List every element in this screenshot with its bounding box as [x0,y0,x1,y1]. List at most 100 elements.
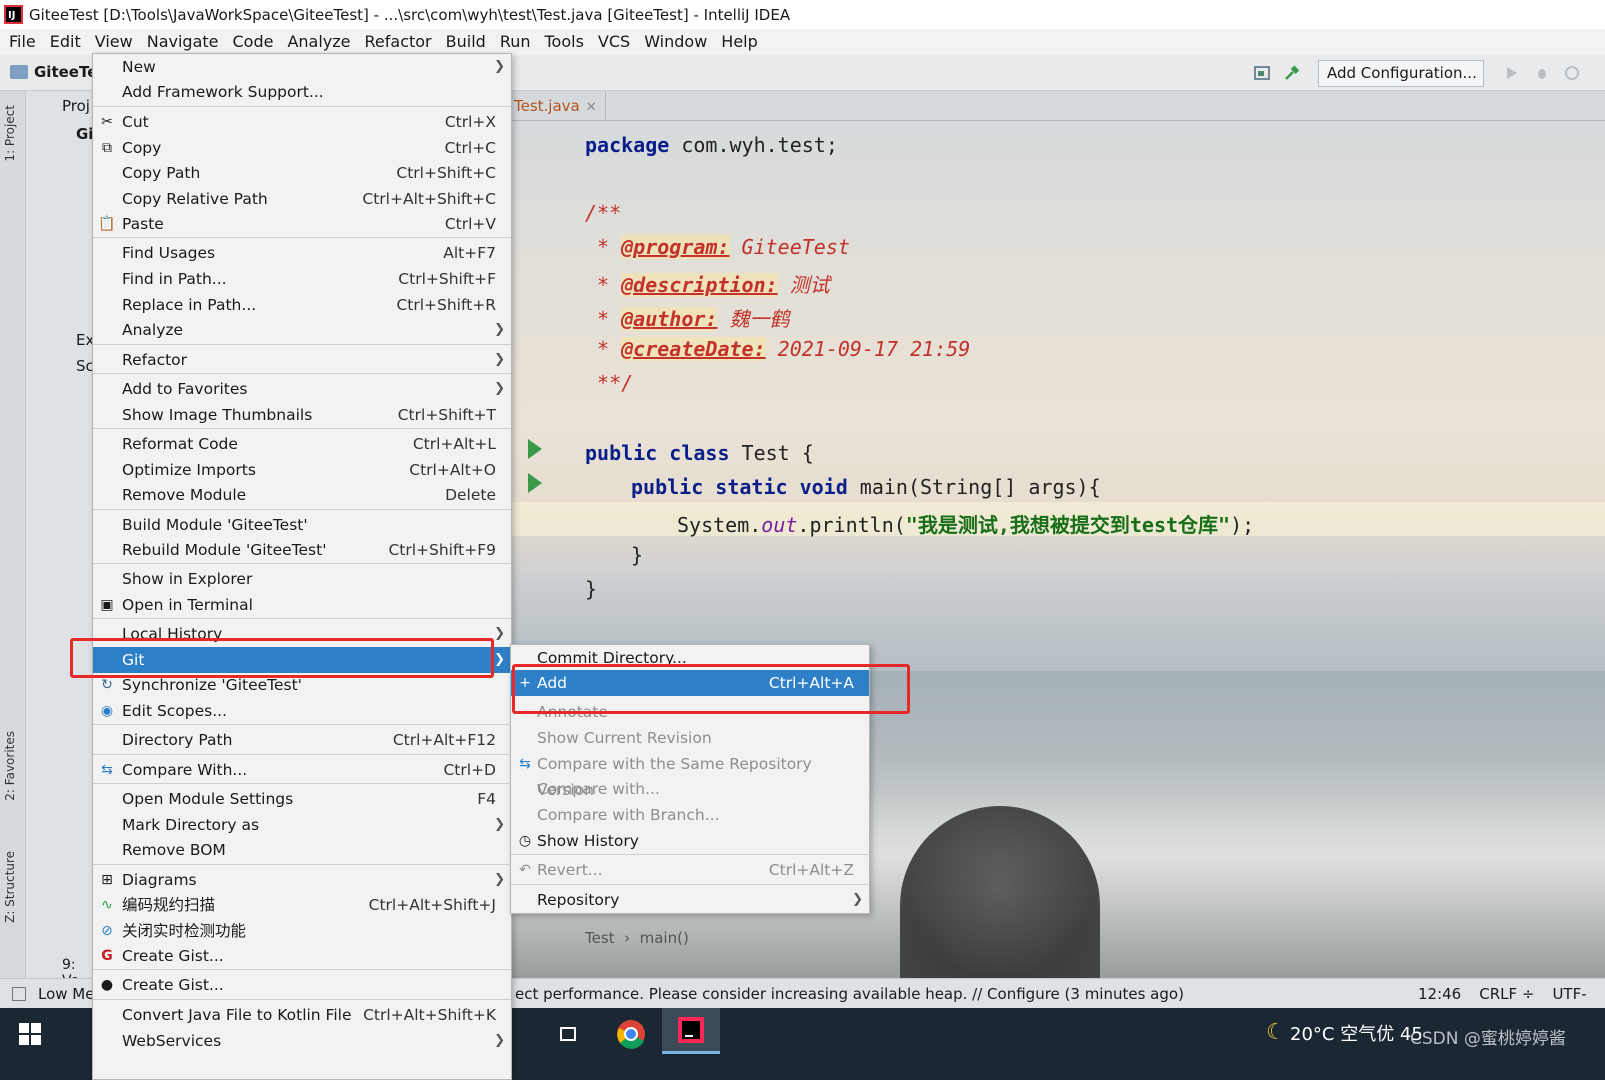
menu-item-add-to-favorites[interactable]: Add to Favorites ❯ [93,376,511,402]
git-item-show-current-revision[interactable]: Show Current Revision [511,725,869,751]
menu-item-analyze[interactable]: Analyze ❯ [93,317,511,343]
menu-separator [511,854,869,855]
menu-item-replace-in-path[interactable]: Replace in Path... Ctrl+Shift+R [93,292,511,318]
menu-item-remove-bom[interactable]: Remove BOM [93,837,511,863]
git-item-repository[interactable]: Repository ❯ [511,887,869,913]
menu-item-show-image-thumbnails[interactable]: Show Image Thumbnails Ctrl+Shift+T [93,402,511,428]
project-root-item[interactable]: Gi [76,125,93,143]
task-view-icon[interactable] [548,1008,588,1060]
menu-edit[interactable]: Edit [43,29,88,55]
menu-run[interactable]: Run [493,29,538,55]
close-icon[interactable]: ✕ [586,100,597,115]
run-icon[interactable] [1504,65,1520,81]
menu-item-copy-path[interactable]: Copy Path Ctrl+Shift+C [93,160,511,186]
menu-tools[interactable]: Tools [538,29,591,55]
menu-item-shortcut: Ctrl+Alt+F12 [392,731,496,749]
windows-start-icon[interactable] [10,1008,50,1060]
menu-item-item[interactable]: ⊘ 关闭实时检测功能 [93,918,511,944]
menu-item-convert-java-file-to-kotlin-file[interactable]: Convert Java File to Kotlin File Ctrl+Alt… [93,1002,511,1028]
caret-position[interactable]: 12:46 [1418,979,1461,1009]
menu-item-label: Build Module 'GiteeTest' [122,516,308,534]
toggle-tool-windows-icon[interactable] [12,987,26,1001]
menu-refactor[interactable]: Refactor [358,29,439,55]
menu-item-paste[interactable]: 📋 Paste Ctrl+V [93,211,511,237]
menu-help[interactable]: Help [714,29,764,55]
menu-item-rebuild-module-giteetest[interactable]: Rebuild Module 'GiteeTest' Ctrl+Shift+F9 [93,537,511,563]
menu-item-shortcut: Ctrl+D [443,761,496,779]
intellij-taskbar-icon[interactable] [662,1008,720,1054]
menu-item-remove-module[interactable]: Remove Module Delete [93,482,511,508]
git-item-show-history[interactable]: ◷ Show History [511,828,869,854]
code-line-class: public class Test { [585,441,814,465]
code-line-createdate: * @createDate: 2021-09-17 21:59 [585,337,971,361]
build-hammer-icon[interactable] [1284,65,1300,81]
menu-item-webservices[interactable]: WebServices ❯ [93,1028,511,1054]
menu-item-copy[interactable]: ⧉ Copy Ctrl+C [93,135,511,161]
git-item-compare-with[interactable]: Compare with... [511,776,869,802]
file-encoding[interactable]: UTF- [1552,979,1586,1009]
tab-test-java[interactable]: Test.java ✕ [510,91,606,121]
menu-item-find-usages[interactable]: Find Usages Alt+F7 [93,240,511,266]
git-item-compare-with-the-same-repository-version[interactable]: ⇆ Compare with the Same Repository Versio… [511,751,869,799]
coverage-icon[interactable] [1564,65,1580,81]
menu-item-build-module-giteetest[interactable]: Build Module 'GiteeTest' [93,512,511,538]
menu-item-shortcut: Ctrl+Alt+Shift+C [362,190,496,208]
debug-icon[interactable] [1534,65,1550,81]
menu-code[interactable]: Code [226,29,281,55]
menu-item-copy-relative-path[interactable]: Copy Relative Path Ctrl+Alt+Shift+C [93,186,511,212]
menu-analyze[interactable]: Analyze [280,29,357,55]
menu-item-label: 关闭实时检测功能 [122,922,247,940]
tab-project[interactable]: 1: Project [3,105,17,162]
menu-item-label: Optimize Imports [122,461,256,479]
menu-item-add-framework-support[interactable]: Add Framework Support... [93,79,511,105]
menu-item-mark-directory-as[interactable]: Mark Directory as ❯ [93,812,511,838]
menu-item-compare-with[interactable]: ⇆ Compare With... Ctrl+D [93,757,511,783]
menu-item-create-gist-34[interactable]: ● Create Gist... [93,972,511,998]
editor-breadcrumb[interactable]: Test › main() [585,929,689,947]
menu-item-refactor[interactable]: Refactor ❯ [93,347,511,373]
menu-vcs[interactable]: VCS [591,29,637,55]
menu-item-edit-scopes[interactable]: ◉ Edit Scopes... [93,698,511,724]
menu-window[interactable]: Window [637,29,714,55]
low-memory-indicator[interactable]: Low Me [38,979,94,1009]
title-bar: IJ GiteeTest [D:\Tools\JavaWorkSpace\Git… [0,0,1605,29]
menu-build[interactable]: Build [439,29,493,55]
menu-item-open-module-settings[interactable]: Open Module Settings F4 [93,786,511,812]
chevron-right-icon: ❯ [494,626,505,641]
menu-item-diagrams[interactable]: ⊞ Diagrams ❯ [93,867,511,893]
line-ending[interactable]: CRLF ÷ [1479,979,1534,1009]
compare-icon: ⇆ [519,756,531,772]
weather-widget[interactable]: 20°C 空气优 45 [1290,1020,1423,1046]
menu-item-directory-path[interactable]: Directory Path Ctrl+Alt+F12 [93,727,511,753]
add-configuration-button[interactable]: Add Configuration... [1318,60,1484,87]
frame-icon[interactable] [1254,65,1270,81]
git-item-compare-with-branch[interactable]: Compare with Branch... [511,802,869,828]
menu-item-show-in-explorer[interactable]: Show in Explorer [93,566,511,592]
project-breadcrumb[interactable]: GiteeTe [10,63,97,81]
run-main-gutter-icon[interactable] [528,473,542,493]
chevron-right-icon: ❯ [852,892,863,907]
status-message[interactable]: ect performance. Please consider increas… [515,979,1184,1009]
menu-item-new[interactable]: New ❯ [93,54,511,80]
chevron-right-icon: ❯ [494,381,505,396]
menu-view[interactable]: View [88,29,140,55]
menu-file[interactable]: File [2,29,43,55]
project-panel-header[interactable]: Proj [62,97,90,115]
run-class-gutter-icon[interactable] [528,439,542,459]
menu-item-create-gist-33[interactable]: G Create Gist... [93,943,511,969]
tab-structure[interactable]: Z: Structure [3,851,17,923]
chrome-icon[interactable] [610,1008,652,1060]
menu-item-open-in-terminal[interactable]: ▣ Open in Terminal [93,592,511,618]
diagram-icon: ⊞ [101,872,113,888]
menu-navigate[interactable]: Navigate [140,29,226,55]
menu-item-find-in-path[interactable]: Find in Path... Ctrl+Shift+F [93,266,511,292]
chevron-right-icon: ❯ [494,1033,505,1048]
menu-item-label: Create Gist... [122,976,224,994]
menu-item-optimize-imports[interactable]: Optimize Imports Ctrl+Alt+O [93,457,511,483]
tab-favorites[interactable]: 2: Favorites [3,731,17,801]
menu-item-item[interactable]: ∿ 编码规约扫描 Ctrl+Alt+Shift+J [93,892,511,918]
menu-item-cut[interactable]: ✂ Cut Ctrl+X [93,109,511,135]
git-item-revert[interactable]: ↶ Revert... Ctrl+Alt+Z [511,857,869,883]
menu-separator [93,237,511,238]
menu-item-reformat-code[interactable]: Reformat Code Ctrl+Alt+L [93,431,511,457]
